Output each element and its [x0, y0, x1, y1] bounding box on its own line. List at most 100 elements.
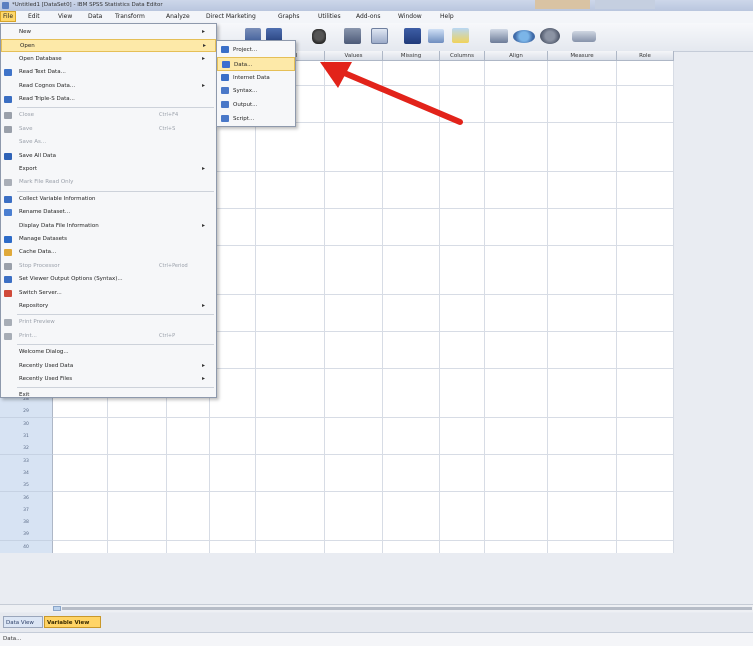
- grid-cell[interactable]: [485, 282, 548, 296]
- grid-cell[interactable]: [210, 430, 256, 443]
- grid-cell[interactable]: [440, 516, 485, 530]
- grid-cell[interactable]: [485, 61, 548, 74]
- grid-cell[interactable]: [617, 319, 674, 333]
- grid-cell[interactable]: [210, 466, 256, 480]
- split-file-icon[interactable]: [404, 28, 421, 44]
- grid-cell[interactable]: [383, 479, 440, 493]
- grid-cell[interactable]: [256, 442, 325, 456]
- grid-cell[interactable]: [548, 134, 617, 148]
- grid-cell[interactable]: [325, 184, 383, 197]
- grid-cell[interactable]: [617, 516, 674, 530]
- grid-cell[interactable]: [256, 491, 325, 505]
- grid-cell[interactable]: [383, 220, 440, 234]
- row-header[interactable]: 29: [0, 405, 53, 419]
- grid-cell[interactable]: [548, 356, 617, 370]
- grid-cell[interactable]: [548, 61, 617, 74]
- grid-cell[interactable]: [256, 184, 325, 197]
- grid-cell[interactable]: [485, 540, 548, 554]
- grid-cell[interactable]: [485, 110, 548, 124]
- grid-cell[interactable]: [548, 307, 617, 320]
- grid-cell[interactable]: [548, 528, 617, 542]
- grid-cell[interactable]: [325, 147, 383, 161]
- row-header[interactable]: 33: [0, 454, 53, 468]
- grid-cell[interactable]: [548, 97, 617, 111]
- grid-cell[interactable]: [548, 454, 617, 468]
- grid-cell[interactable]: [383, 257, 440, 271]
- grid-cell[interactable]: [383, 528, 440, 542]
- open-submenu-item-project[interactable]: Project...: [217, 43, 295, 57]
- menu-utilities[interactable]: Utilities: [318, 13, 341, 20]
- grid-cell[interactable]: [617, 356, 674, 370]
- row-header[interactable]: 38: [0, 516, 53, 530]
- grid-cell[interactable]: [383, 331, 440, 345]
- file-menu-item-save-all-data[interactable]: Save All Data: [1, 150, 216, 163]
- menu-edit[interactable]: Edit: [28, 13, 40, 20]
- row-header[interactable]: 39: [0, 528, 53, 542]
- grid-cell[interactable]: [325, 343, 383, 357]
- grid-cell[interactable]: [548, 417, 617, 431]
- grid-cell[interactable]: [485, 159, 548, 173]
- menu-graphs[interactable]: Graphs: [278, 13, 300, 20]
- grid-cell[interactable]: [485, 147, 548, 161]
- grid-cell[interactable]: [325, 356, 383, 370]
- grid-cell[interactable]: [617, 147, 674, 161]
- grid-cell[interactable]: [256, 503, 325, 517]
- file-menu-item-display-data-file-information[interactable]: Display Data File Information ▸: [1, 220, 216, 233]
- grid-cell[interactable]: [617, 368, 674, 382]
- grid-cell[interactable]: [617, 110, 674, 124]
- grid-cell[interactable]: [548, 171, 617, 185]
- grid-cell[interactable]: [548, 270, 617, 284]
- file-menu-item-recently-used-files[interactable]: Recently Used Files ▸: [1, 373, 216, 386]
- grid-cell[interactable]: [383, 393, 440, 407]
- grid-cell[interactable]: [325, 208, 383, 222]
- grid-cell[interactable]: [617, 257, 674, 271]
- grid-cell[interactable]: [256, 134, 325, 148]
- grid-cell[interactable]: [440, 430, 485, 443]
- grid-cell[interactable]: [325, 331, 383, 345]
- grid-cell[interactable]: [383, 282, 440, 296]
- grid-cell[interactable]: [325, 491, 383, 505]
- grid-cell[interactable]: [53, 479, 108, 493]
- row-header[interactable]: 30: [0, 417, 53, 431]
- grid-cell[interactable]: [53, 516, 108, 530]
- grid-cell[interactable]: [617, 540, 674, 554]
- grid-cell[interactable]: [548, 147, 617, 161]
- grid-cell[interactable]: [53, 491, 108, 505]
- grid-cell[interactable]: [167, 466, 210, 480]
- grid-cell[interactable]: [617, 331, 674, 345]
- grid-cell[interactable]: [383, 245, 440, 259]
- grid-cell[interactable]: [210, 405, 256, 419]
- grid-cell[interactable]: [383, 454, 440, 468]
- file-menu-item-switch-server[interactable]: Switch Server...: [1, 287, 216, 300]
- grid-cell[interactable]: [485, 479, 548, 493]
- grid-cell[interactable]: [383, 134, 440, 148]
- weight-cases-icon[interactable]: [428, 29, 444, 43]
- grid-cell[interactable]: [325, 368, 383, 382]
- grid-cell[interactable]: [383, 233, 440, 247]
- grid-cell[interactable]: [210, 454, 256, 468]
- row-header[interactable]: 32: [0, 442, 53, 456]
- grid-cell[interactable]: [383, 208, 440, 222]
- file-menu-item-repository[interactable]: Repository ▸: [1, 300, 216, 313]
- file-menu-item-manage-datasets[interactable]: Manage Datasets: [1, 233, 216, 246]
- grid-cell[interactable]: [53, 528, 108, 542]
- grid-cell[interactable]: [440, 171, 485, 185]
- row-header[interactable]: 40: [0, 540, 53, 554]
- grid-cell[interactable]: [440, 331, 485, 345]
- grid-cell[interactable]: [617, 405, 674, 419]
- grid-cell[interactable]: [325, 479, 383, 493]
- grid-cell[interactable]: [440, 356, 485, 370]
- select-cases-icon[interactable]: [452, 28, 469, 43]
- grid-cell[interactable]: [167, 417, 210, 431]
- grid-cell[interactable]: [383, 380, 440, 394]
- grid-cell[interactable]: [485, 294, 548, 308]
- grid-cell[interactable]: [383, 368, 440, 382]
- grid-cell[interactable]: [485, 220, 548, 234]
- grid-cell[interactable]: [485, 393, 548, 407]
- grid-cell[interactable]: [440, 257, 485, 271]
- grid-cell[interactable]: [325, 171, 383, 185]
- grid-cell[interactable]: [548, 430, 617, 443]
- grid-cell[interactable]: [485, 503, 548, 517]
- menu-file[interactable]: File: [0, 11, 16, 22]
- grid-cell[interactable]: [485, 97, 548, 111]
